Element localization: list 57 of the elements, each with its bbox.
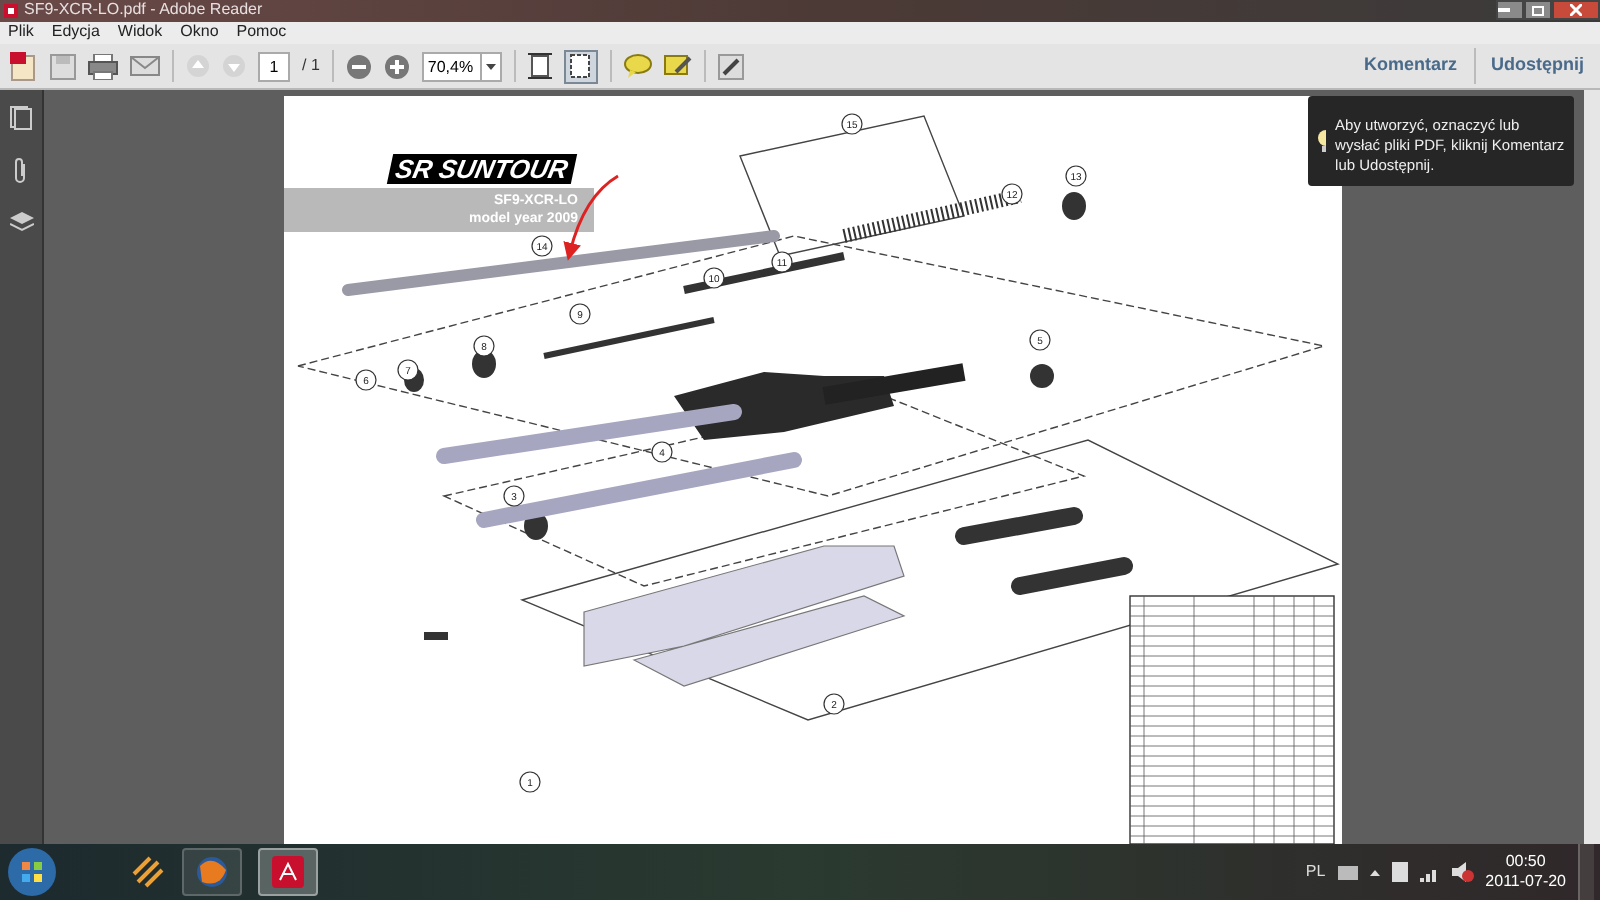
- seal-drawing: [1062, 192, 1086, 220]
- caret-icon[interactable]: [1369, 869, 1380, 875]
- lightbulb-icon: [1318, 130, 1326, 154]
- clock-time[interactable]: 00:50: [1505, 852, 1546, 872]
- page-number-field[interactable]: 1: [258, 51, 290, 81]
- device-icon[interactable]: [1391, 862, 1408, 882]
- scrollbar[interactable]: [1584, 90, 1600, 844]
- keyboard-icon[interactable]: [1337, 865, 1358, 879]
- zoom-out-icon[interactable]: [345, 53, 372, 79]
- menu-item[interactable]: Plik: [8, 24, 34, 41]
- menu-item[interactable]: Edycja: [51, 24, 100, 41]
- bushing-drawing: [1030, 364, 1054, 388]
- bushing-drawing: [524, 512, 548, 540]
- create-pdf-icon[interactable]: [10, 51, 38, 81]
- menu-item[interactable]: Widok: [117, 24, 163, 41]
- language-indicator[interactable]: PL: [1305, 860, 1326, 884]
- start-icon[interactable]: [6, 846, 58, 898]
- minimize-icon: [1498, 8, 1510, 13]
- menu-item[interactable]: Pomoc: [236, 24, 287, 41]
- close-button[interactable]: [1552, 0, 1600, 21]
- maximize-icon: [1532, 5, 1544, 16]
- fit-width-icon[interactable]: [527, 52, 552, 80]
- fit-page-icon: [570, 54, 591, 78]
- zoom-dropdown-button[interactable]: [481, 51, 502, 81]
- sleeve-drawing: [955, 507, 1083, 545]
- globe-icon: [196, 856, 228, 888]
- app-icon: [4, 3, 18, 18]
- close-icon: [1570, 4, 1582, 17]
- caret-icon: [485, 63, 496, 69]
- zoom-field[interactable]: 70,4%: [421, 51, 482, 81]
- fit-page-button[interactable]: [563, 49, 598, 83]
- maximize-button[interactable]: [1524, 0, 1552, 21]
- print-icon[interactable]: [88, 53, 118, 79]
- zoom-in-icon[interactable]: [383, 53, 410, 79]
- paperclip-icon[interactable]: [12, 158, 30, 184]
- bolt-drawing: [424, 632, 448, 640]
- minimize-button[interactable]: [1496, 0, 1524, 21]
- panel-link[interactable]: Udostępnij: [1473, 48, 1600, 84]
- menu-item[interactable]: Okno: [180, 24, 219, 41]
- page-total: / 1: [302, 54, 320, 78]
- comment-icon[interactable]: [623, 54, 652, 78]
- email-icon[interactable]: [130, 56, 160, 76]
- tools-icon[interactable]: [717, 53, 744, 79]
- reader-taskbar-button[interactable]: [258, 848, 318, 896]
- pdf-app-icon: [272, 856, 304, 888]
- speaker-icon[interactable]: [1451, 862, 1474, 882]
- layers-icon[interactable]: [9, 212, 33, 234]
- clock-date[interactable]: 2011-07-20: [1485, 872, 1566, 892]
- highlight-icon[interactable]: [663, 54, 692, 78]
- app-taskbar-icon[interactable]: [130, 854, 166, 890]
- brand-logo: SR SUNTOUR: [387, 154, 578, 184]
- browser-taskbar-button[interactable]: [182, 848, 242, 896]
- pages-icon[interactable]: [10, 106, 32, 130]
- window-title: SF9-XCR-LO.pdf - Adobe Reader: [24, 2, 263, 19]
- sleeve-drawing: [1011, 557, 1133, 595]
- steerer-drawing: [822, 363, 966, 405]
- panel-link[interactable]: Komentarz: [1347, 48, 1473, 84]
